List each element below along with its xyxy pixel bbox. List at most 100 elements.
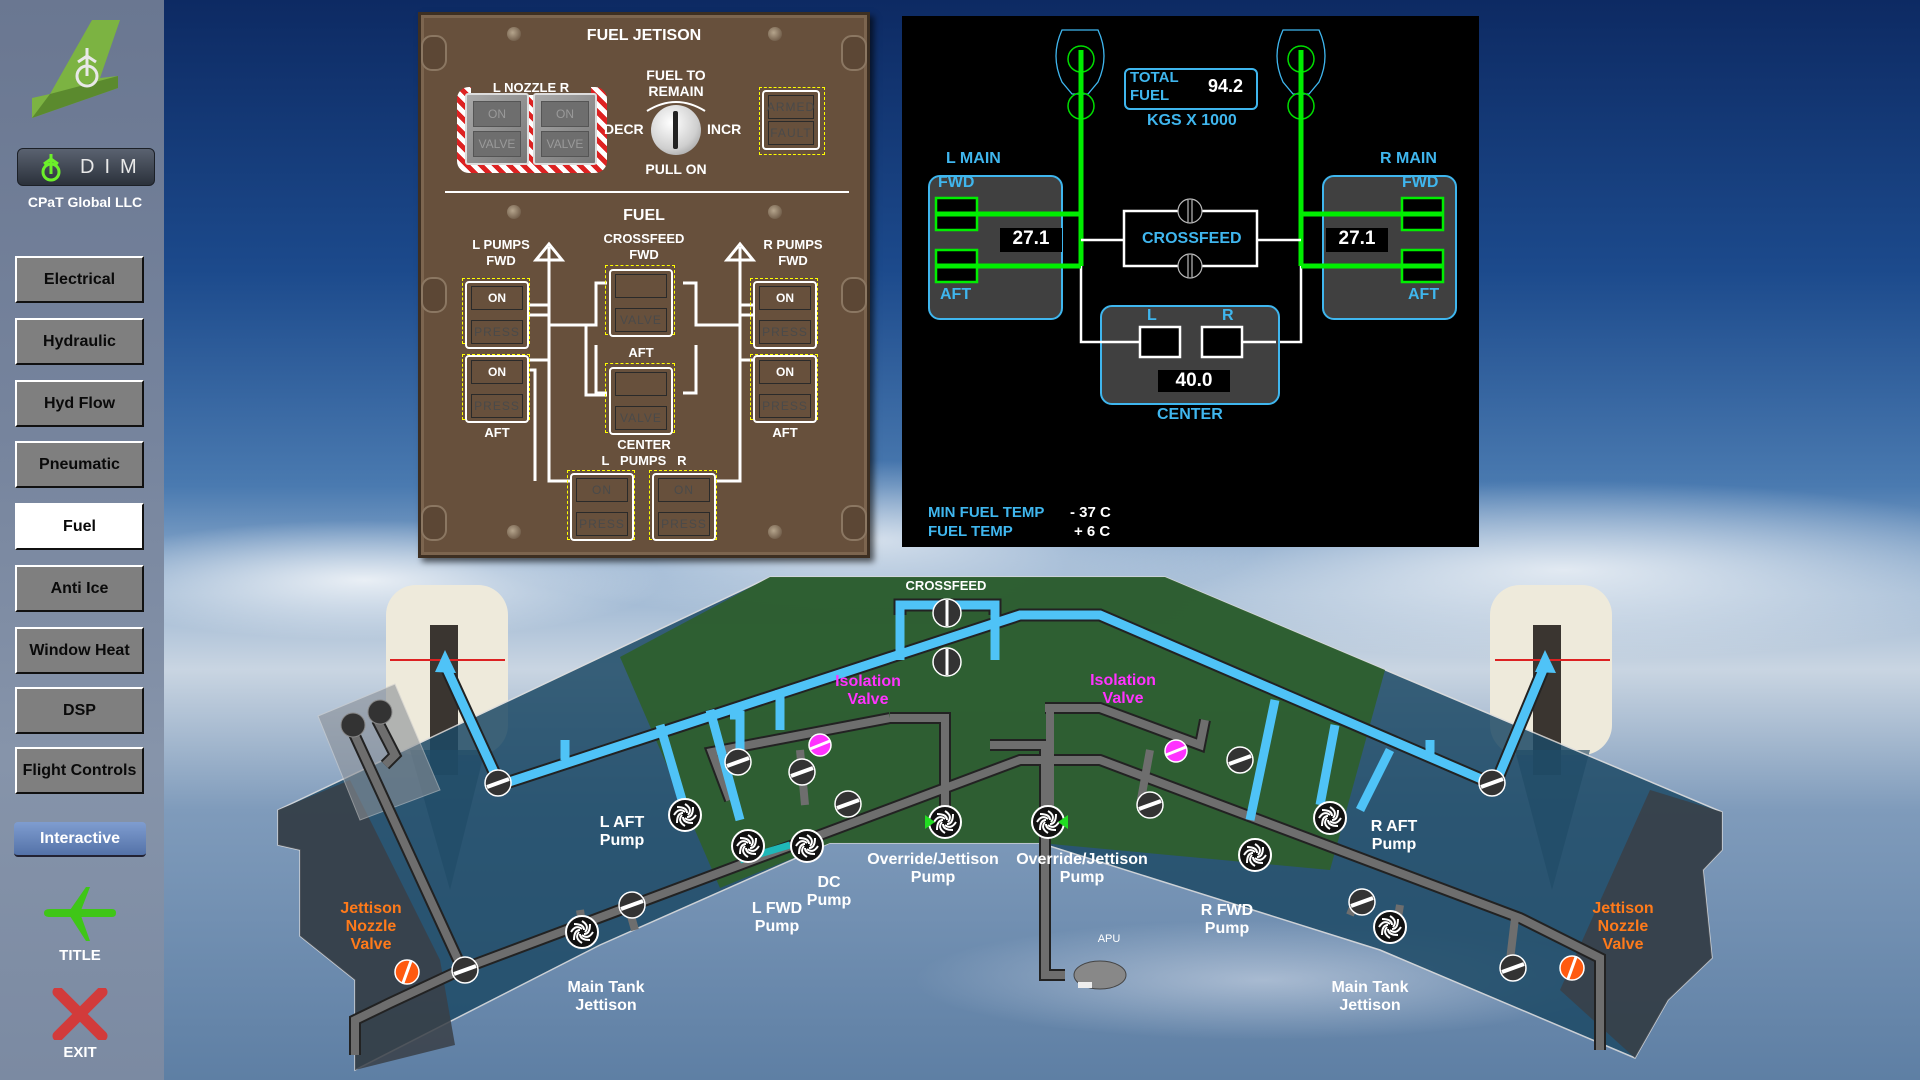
company-name: CPaT Global LLC [27, 194, 143, 210]
r-aft-pump-press-light: PRESS [759, 394, 811, 418]
l-aft-pump-on-light: ON [471, 360, 523, 384]
crossfeed-aft-valve-switch[interactable]: VALVE [609, 367, 673, 435]
r-isolation-label-2: Valve [1103, 690, 1144, 707]
total-fuel-value: 94.2 [1208, 76, 1244, 96]
r-isolation-label-1: Isolation [1090, 672, 1156, 689]
nav-anti-ice[interactable]: Anti Ice [15, 565, 144, 612]
center-r-label: R [1222, 307, 1234, 324]
power-plane-icon [41, 154, 61, 182]
title-label: TITLE [59, 947, 101, 964]
l-isolation-valve[interactable] [808, 733, 832, 757]
center-pumps-label: L PUMPS R [601, 453, 687, 468]
valve[interactable] [1225, 745, 1255, 775]
r-aft-pump-icon[interactable] [1313, 801, 1347, 835]
valve[interactable] [723, 747, 753, 777]
nav-electrical[interactable]: Electrical [15, 256, 144, 303]
l-fwd-label: FWD [938, 174, 975, 191]
ctr-l-pump-switch[interactable]: ON PRESS [570, 473, 634, 541]
crossfeed-fwd-valve-switch[interactable]: VALVE [609, 269, 673, 337]
l-main-tank-jettison-label-2: Jettison [575, 997, 636, 1014]
r-aft-label: AFT [1408, 286, 1440, 303]
r-main-jettison-pump-icon[interactable] [1373, 910, 1407, 944]
r-main-tank-jettison-label-2: Jettison [1339, 997, 1400, 1014]
ctr-r-pump-press-light: PRESS [658, 512, 710, 536]
vent-circle [340, 712, 366, 738]
units-label: KGS X 1000 [1147, 112, 1237, 129]
r-jettison-valve[interactable] [1498, 953, 1528, 983]
ctr-r-pump-on-light: ON [658, 478, 710, 502]
r-override-label-2: Pump [1060, 869, 1105, 886]
l-main-jettison-pump-icon[interactable] [565, 915, 599, 949]
r-jettison-nozzle-valve[interactable] [1559, 955, 1585, 981]
r-engine-spar-valve[interactable] [1477, 768, 1507, 798]
r-main-qty: 27.1 [1326, 228, 1388, 252]
l-isolation-label-2: Valve [848, 691, 889, 708]
valve[interactable] [1135, 790, 1165, 820]
xfeed-fwd-valve-light: VALVE [615, 308, 667, 332]
center-qty: 40.0 [1158, 370, 1230, 392]
dim-home-button[interactable]: DIM [17, 148, 155, 186]
nav-dsp[interactable]: DSP [15, 687, 144, 734]
fuel-temp-value: + 6 C [1074, 523, 1111, 540]
r-main-label: R MAIN [1380, 150, 1437, 167]
l-jettison-nozzle-label-3: Valve [351, 936, 392, 953]
apu-label: APU [1098, 933, 1121, 945]
l-aft-pump-press-light: PRESS [471, 394, 523, 418]
r-fwd-pump-switch[interactable]: ON PRESS [753, 281, 817, 349]
dc-pump-icon[interactable] [790, 829, 824, 863]
nav-window-heat[interactable]: Window Heat [15, 627, 144, 674]
interactive-mode-button[interactable]: Interactive [14, 822, 146, 857]
fuel-temp-label: FUEL TEMP [928, 523, 1013, 540]
nav-fuel[interactable]: Fuel [15, 503, 144, 550]
dim-tail-logo [32, 20, 120, 118]
crossfeed-label: CROSSFEED [603, 231, 685, 246]
l-fwd-pump-switch[interactable]: ON PRESS [465, 281, 529, 349]
xfeed-aft-valve-light: VALVE [615, 406, 667, 430]
r-pumps-fwd-label: FWD [778, 253, 808, 268]
l-aft-pump-icon[interactable] [668, 798, 702, 832]
dim-label: DIM [80, 155, 147, 178]
exit-button[interactable]: EXIT [30, 986, 130, 1061]
l-fwd-pump-icon[interactable] [731, 829, 765, 863]
apu-icon [1073, 960, 1127, 990]
fuel-overhead-panel: FUEL JETISON L NOZZLE R ON VALVE ON VALV… [418, 12, 870, 558]
r-aft-pump-switch[interactable]: ON PRESS [753, 355, 817, 423]
l-fwd-pump-press-light: PRESS [471, 320, 523, 344]
l-main-label: L MAIN [946, 150, 1001, 167]
r-fwd-pump-icon[interactable] [1238, 838, 1272, 872]
r-aft-pump-label: R AFT [1371, 818, 1418, 835]
nav-pneumatic[interactable]: Pneumatic [15, 441, 144, 488]
l-pumps-label: L PUMPS [472, 237, 530, 252]
r-main-jettison-valve[interactable] [1347, 887, 1377, 917]
l-main-jettison-valve[interactable] [617, 890, 647, 920]
ctr-r-pump-switch[interactable]: ON PRESS [652, 473, 716, 541]
r-isolation-valve[interactable] [1164, 739, 1188, 763]
title-button[interactable]: TITLE [30, 885, 130, 964]
r-fwd-pump-label-2: Pump [1205, 920, 1250, 937]
xfeed-fwd-top-light [615, 274, 667, 298]
l-fwd-pump-label: L FWD [752, 900, 802, 917]
crossfeed-valve-fwd[interactable] [932, 598, 962, 628]
r-fwd-pump-on-light: ON [759, 286, 811, 310]
crossfeed-label: CROSSFEED [906, 578, 987, 593]
crossfeed-label: CROSSFEED [1142, 230, 1242, 247]
valve[interactable] [787, 757, 817, 787]
l-engine-spar-valve[interactable] [483, 768, 513, 798]
l-pumps-fwd-label: FWD [486, 253, 516, 268]
l-aft-pump-switch[interactable]: ON PRESS [465, 355, 529, 423]
vent-circle [367, 699, 393, 725]
nav-hydraulic[interactable]: Hydraulic [15, 318, 144, 365]
l-jettison-valve[interactable] [450, 955, 480, 985]
l-aft-label: AFT [484, 425, 510, 440]
crossfeed-valve-aft[interactable] [932, 647, 962, 677]
sidebar: DIM CPaT Global LLC Electrical Hydraulic… [0, 0, 164, 1080]
nav-hyd-flow[interactable]: Hyd Flow [15, 380, 144, 427]
l-fwd-pump-label-2: Pump [755, 918, 800, 935]
nav-flight-controls[interactable]: Flight Controls [15, 747, 144, 794]
min-fuel-temp-value: - 37 C [1070, 504, 1111, 521]
l-override-label: Override/Jettison [867, 851, 999, 868]
total-fuel-label-1: TOTAL [1130, 69, 1179, 86]
valve[interactable] [833, 789, 863, 819]
l-jettison-nozzle-valve[interactable] [394, 959, 420, 985]
dc-pump-label-2: Pump [807, 892, 852, 909]
